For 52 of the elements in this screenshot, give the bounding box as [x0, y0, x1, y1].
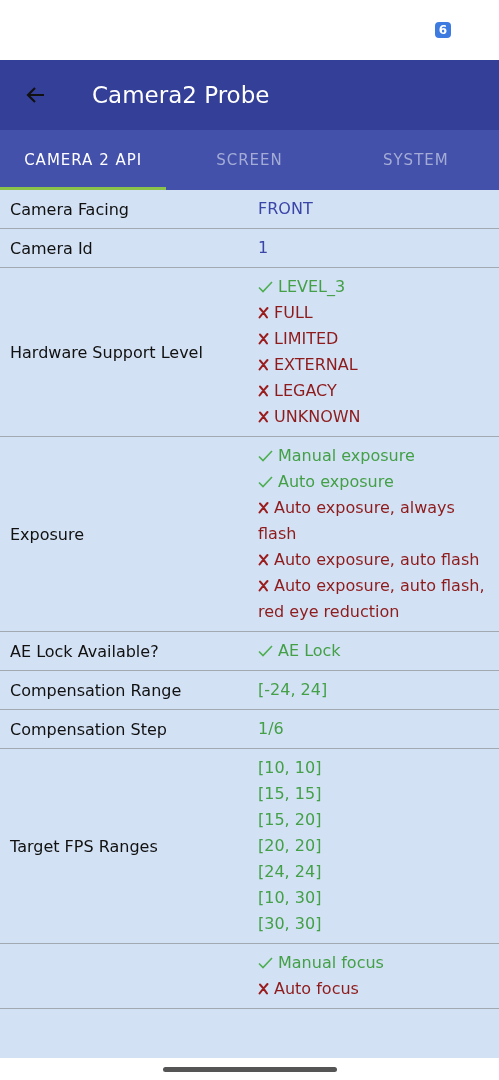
property-value: [10, 10]: [258, 758, 322, 777]
feature-value: LIMITED: [258, 329, 339, 348]
cross-icon: [258, 358, 269, 371]
cross-icon: [258, 410, 269, 423]
feature-value: Auto exposure, auto flash, red eye reduction: [258, 576, 485, 621]
notification-badge: 6: [434, 22, 451, 38]
feature-value: LEVEL_3: [258, 277, 346, 296]
property-value: 1/6: [258, 719, 284, 738]
property-value: [10, 30]: [258, 888, 322, 907]
cross-icon: [258, 384, 269, 397]
property-label: Compensation Step: [10, 719, 167, 739]
check-icon: [258, 450, 273, 462]
feature-value: Auto exposure: [258, 472, 394, 491]
property-value: [-24, 24]: [258, 680, 328, 699]
check-icon: [258, 645, 273, 657]
property-label: AE Lock Available?: [10, 641, 159, 661]
feature-value: Auto exposure, auto flash: [258, 550, 480, 569]
feature-value: Manual exposure: [258, 446, 415, 465]
app-title: Camera2 Probe: [92, 82, 270, 108]
property-value: 1: [258, 238, 269, 257]
property-label: Hardware Support Level: [10, 342, 203, 362]
property-label: Camera Id: [10, 238, 93, 258]
feature-value: UNKNOWN: [258, 407, 361, 426]
tab[interactable]: SYSTEM: [332, 130, 499, 190]
property-label: Compensation Range: [10, 680, 182, 700]
property-value: [20, 20]: [258, 836, 322, 855]
feature-value: FULL: [258, 303, 313, 322]
property-label: Exposure: [10, 524, 85, 544]
property-value: [15, 15]: [258, 784, 322, 803]
property-label: Target FPS Ranges: [10, 836, 158, 856]
feature-value: Auto exposure, always flash: [258, 498, 455, 543]
cross-icon: [258, 553, 269, 566]
cross-icon: [258, 982, 269, 995]
cross-icon: [258, 332, 269, 345]
feature-value: EXTERNAL: [258, 355, 358, 374]
cross-icon: [258, 306, 269, 319]
check-icon: [258, 957, 273, 969]
feature-value: LEGACY: [258, 381, 337, 400]
feature-value: AE Lock: [258, 641, 341, 660]
property-label: Camera Facing: [10, 199, 129, 219]
home-indicator[interactable]: [162, 1066, 337, 1072]
check-icon: [258, 476, 273, 488]
tab[interactable]: SCREEN: [166, 130, 333, 190]
check-icon: [258, 281, 273, 293]
property-value: [24, 24]: [258, 862, 322, 881]
property-value: [30, 30]: [258, 914, 322, 933]
feature-value: Manual focus: [258, 953, 384, 972]
feature-value: Auto focus: [258, 979, 359, 998]
property-value: FRONT: [258, 199, 313, 218]
cross-icon: [258, 501, 269, 514]
cross-icon: [258, 579, 269, 592]
property-value: [15, 20]: [258, 810, 322, 829]
